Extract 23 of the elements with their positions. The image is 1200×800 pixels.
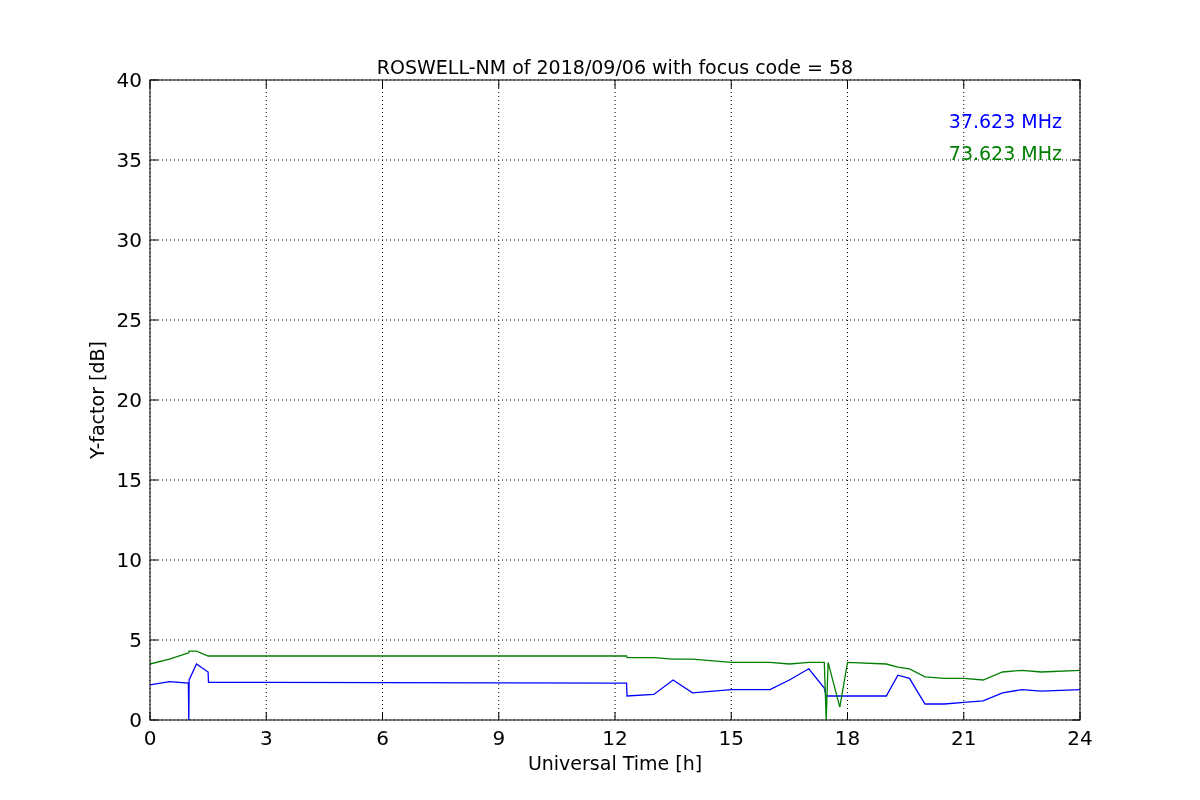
tick-label: 18 [834,726,861,750]
axis-label: Y-factor [dB] [86,341,108,459]
chart-title: ROSWELL-NM of 2018/09/06 with focus code = 58 [376,56,854,78]
tick-label: 15 [116,468,142,492]
tick-label: 15 [718,726,744,750]
tick-label: 21 [951,726,977,750]
tick-label: 35 [116,148,142,172]
tick-label: 9 [492,726,506,750]
legend-label: 37.623 MHz [948,110,1062,132]
tick-label: 5 [129,628,142,652]
tick-label: 20 [116,388,142,412]
tick-label: 3 [259,726,273,750]
tick-label: 0 [143,726,157,750]
tick-label: 12 [602,726,628,750]
axis-label: Universal Time [h] [527,752,703,774]
tick-label: 6 [376,726,389,750]
tick-label: 30 [116,228,142,252]
legend-label: 73.623 MHz [948,142,1062,164]
tick-label: 0 [129,708,142,732]
tick-label: 24 [1067,726,1093,750]
tick-label: 25 [116,308,142,332]
tick-label: 40 [116,68,142,92]
tick-label: 10 [116,548,142,572]
